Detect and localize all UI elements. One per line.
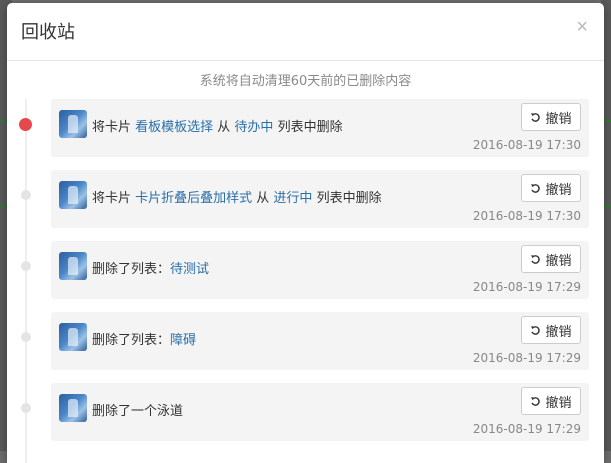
entry-time: 2016-08-19 17:30: [472, 209, 581, 223]
list-item: 删除了列表：待测试 撤销 2016-08-19 17:29: [51, 241, 589, 299]
card-link[interactable]: 看板模板选择: [135, 120, 213, 135]
recycle-bin-modal: 回收站 × 系统将自动清理60天前的已删除内容 将卡片 看板模板选择 从 待办中…: [7, 3, 604, 463]
timeline-dot-active: [19, 118, 32, 131]
undo-icon: [531, 325, 541, 335]
entry-time: 2016-08-19 17:30: [472, 138, 581, 152]
undo-icon: [531, 183, 541, 193]
modal-title: 回收站: [21, 22, 75, 43]
avatar: [59, 181, 87, 209]
entry-text: 将卡片 看板模板选择 从 待办中 列表中删除: [92, 120, 343, 135]
avatar: [59, 394, 87, 422]
undo-button[interactable]: 撤销: [521, 387, 581, 415]
entry-text: 将卡片 卡片折叠后叠加样式 从 进行中 列表中删除: [92, 191, 382, 206]
timeline-dot: [21, 403, 31, 413]
entry-text: 删除了一个泳道: [92, 404, 184, 419]
list-item: 将卡片 卡片折叠后叠加样式 从 进行中 列表中删除 撤销 2016-08-19 …: [51, 170, 589, 228]
undo-button[interactable]: 撤销: [521, 103, 581, 131]
avatar: [59, 110, 87, 138]
undo-button[interactable]: 撤销: [521, 245, 581, 273]
card-link[interactable]: 卡片折叠后叠加样式: [135, 191, 252, 206]
list-item: 删除了一个泳道 撤销 2016-08-19 17:29: [51, 383, 589, 441]
timeline-dot: [21, 332, 31, 342]
list-item: 将卡片 看板模板选择 从 待办中 列表中删除 撤销 2016-08-19 17:…: [51, 99, 589, 157]
list-link[interactable]: 障碍: [170, 333, 196, 348]
entry-text: 删除了列表：障碍: [92, 333, 197, 348]
avatar: [59, 252, 87, 280]
undo-icon: [531, 396, 541, 406]
entry-time: 2016-08-19 17:29: [472, 280, 581, 294]
entry-text: 删除了列表：待测试: [92, 262, 210, 277]
undo-button[interactable]: 撤销: [521, 316, 581, 344]
auto-clean-notice: 系统将自动清理60天前的已删除内容: [199, 74, 412, 89]
avatar: [59, 323, 87, 351]
timeline-dot: [21, 261, 31, 271]
list-link[interactable]: 待测试: [170, 262, 209, 277]
modal-header: 回收站 ×: [7, 3, 604, 61]
list-link[interactable]: 进行中: [273, 191, 312, 206]
close-icon[interactable]: ×: [576, 15, 588, 39]
undo-icon: [531, 254, 541, 264]
timeline-dot: [21, 190, 31, 200]
undo-button[interactable]: 撤销: [521, 174, 581, 202]
list-link[interactable]: 待办中: [234, 120, 273, 135]
list-item: 删除了列表：障碍 撤销 2016-08-19 17:29: [51, 312, 589, 370]
undo-icon: [531, 112, 541, 122]
entry-time: 2016-08-19 17:29: [472, 422, 581, 436]
entry-time: 2016-08-19 17:29: [472, 351, 581, 365]
